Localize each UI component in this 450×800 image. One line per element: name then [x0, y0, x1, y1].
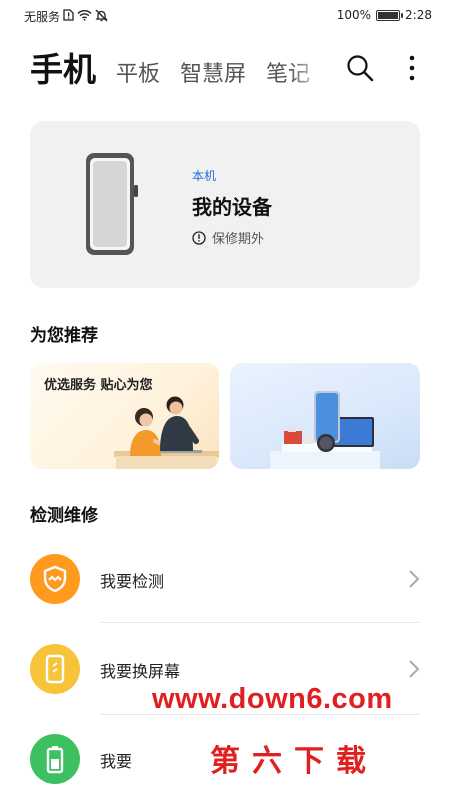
sim-alert-icon	[63, 9, 74, 24]
chevron-right-icon	[409, 570, 420, 588]
screen: 无服务 100% 2:28 手机 平板 智慧屏 笔记 本机 我的设备 保修期外 …	[0, 0, 450, 800]
tab-phone[interactable]: 手机	[30, 48, 96, 92]
list-label: 我要	[100, 752, 133, 771]
recommend-card-products[interactable]	[230, 363, 420, 469]
list-label: 我要检测	[100, 572, 165, 591]
list-divider	[100, 622, 420, 623]
list-icon-bg	[30, 644, 80, 694]
more-button[interactable]	[396, 52, 428, 84]
products-illustration	[270, 391, 380, 469]
device-category-tabs: 手机 平板 智慧屏 笔记	[30, 46, 330, 92]
battery-percent: 100%	[336, 8, 372, 22]
list-item-check[interactable]: 我要检测	[30, 539, 420, 619]
list-icon-bg	[30, 734, 80, 784]
search-icon	[347, 55, 374, 82]
search-button[interactable]	[344, 52, 376, 84]
my-device-card[interactable]: 本机 我的设备 保修期外	[30, 121, 420, 288]
device-tag: 本机	[192, 169, 217, 183]
phone-screen-icon	[45, 654, 65, 684]
recommend-card-service[interactable]: 优选服务 贴心为您	[30, 363, 219, 469]
battery-icon	[376, 9, 404, 21]
list-icon-bg	[30, 554, 80, 604]
carrier-label: 无服务	[24, 10, 61, 24]
mute-bell-icon	[95, 9, 108, 25]
clock: 2:28	[405, 8, 432, 22]
repair-section-title: 检测维修	[30, 506, 98, 526]
list-label: 我要换屏幕	[100, 662, 181, 681]
recommend-section-title: 为您推荐	[30, 326, 98, 346]
info-circle-icon	[192, 230, 206, 245]
warranty-status: 保修期外	[192, 228, 272, 247]
tab-smart-screen[interactable]: 智慧屏	[180, 58, 246, 92]
status-bar: 无服务 100% 2:28	[0, 0, 450, 32]
tab-tablet[interactable]: 平板	[116, 58, 160, 92]
tabs-fade-overlay	[290, 46, 332, 92]
wifi-icon	[77, 9, 92, 24]
battery-icon	[46, 746, 64, 774]
more-vertical-icon	[409, 55, 415, 81]
chevron-right-icon	[409, 660, 420, 678]
warranty-label: 保修期外	[212, 232, 265, 247]
watermark-name: 第六下载	[210, 744, 378, 779]
device-name: 我的设备	[192, 195, 272, 219]
phone-illustration	[84, 151, 140, 261]
watermark-url: www.down6.com	[152, 683, 393, 715]
battery-fill	[378, 11, 399, 19]
service-staff-illustration	[114, 396, 219, 469]
shield-check-icon	[43, 565, 67, 593]
